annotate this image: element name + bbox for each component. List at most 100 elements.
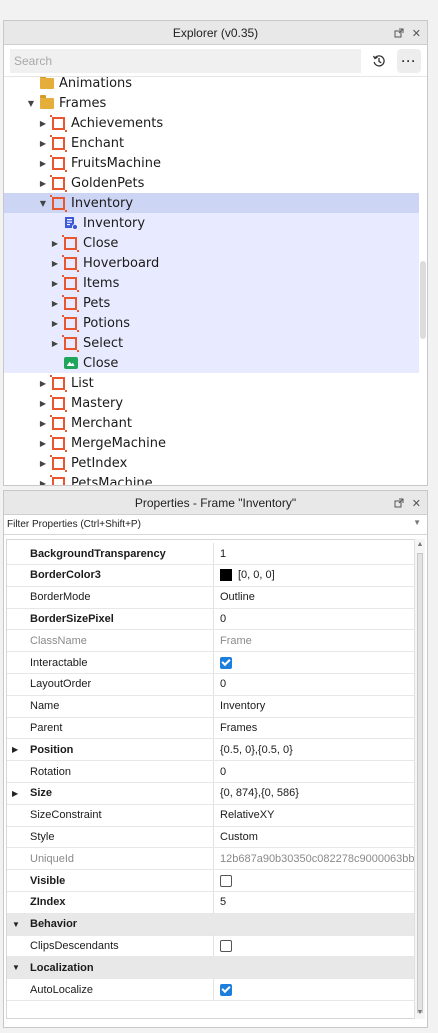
tree-item[interactable]: ▶ Mastery (4, 393, 419, 413)
property-row[interactable]: ClassName Frame (7, 630, 414, 653)
collapsed-arrow-icon[interactable]: ▶ (50, 259, 60, 268)
property-value-cell[interactable]: [0, 0, 0] (214, 565, 414, 586)
property-row[interactable]: ▶ Size {0, 874},{0, 586} (7, 782, 414, 805)
collapsed-arrow-icon[interactable]: ▶ (38, 459, 48, 468)
property-row[interactable]: Visible (7, 870, 414, 892)
property-value-cell[interactable] (214, 935, 414, 956)
expanded-arrow-icon[interactable]: ▼ (38, 199, 48, 208)
property-row[interactable]: Rotation 0 (7, 761, 414, 783)
property-row[interactable]: BorderSizePixel 0 (7, 608, 414, 631)
property-value-cell[interactable] (214, 652, 414, 673)
property-value-cell[interactable]: {0.5, 0},{0.5, 0} (214, 739, 414, 760)
property-value-cell[interactable] (214, 870, 414, 891)
scroll-up-icon[interactable]: ▲ (415, 539, 425, 551)
scroll-thumb[interactable] (417, 553, 423, 1013)
collapsed-arrow-icon[interactable]: ▶ (50, 239, 60, 248)
property-value-cell[interactable]: 1 (214, 543, 414, 564)
tree-item[interactable]: ▶ Achievements (4, 113, 419, 133)
collapsed-arrow-icon[interactable]: ▶ (38, 139, 48, 148)
collapsed-arrow-icon[interactable]: ▶ (12, 789, 18, 798)
property-row[interactable]: UniqueId 12b687a90b30350c082278c9000063bb (7, 848, 414, 871)
property-value-cell[interactable]: Inventory (214, 696, 414, 717)
tree-item[interactable]: ▶ Potions (4, 313, 419, 333)
tree-item[interactable]: ▶ MergeMachine (4, 433, 419, 453)
tree-item[interactable]: Close (4, 353, 419, 373)
tree-item[interactable]: ▶ Merchant (4, 413, 419, 433)
tree-item[interactable]: Inventory (4, 213, 419, 233)
color-swatch[interactable] (220, 569, 232, 582)
undock-icon[interactable] (394, 498, 404, 508)
collapsed-arrow-icon[interactable]: ▶ (38, 379, 48, 388)
tree-item[interactable]: ▼ Inventory (4, 193, 419, 213)
property-row[interactable]: SizeConstraint RelativeXY (7, 804, 414, 827)
property-value-cell[interactable]: Frame (214, 630, 414, 651)
property-value-cell[interactable]: Custom (214, 826, 414, 847)
property-row[interactable]: ZIndex 5 (7, 891, 414, 914)
property-row[interactable]: ▶ Position {0.5, 0},{0.5, 0} (7, 739, 414, 762)
close-icon[interactable]: ✕ (412, 27, 421, 40)
scroll-down-icon[interactable]: ▼ (415, 1007, 425, 1019)
property-value-cell[interactable] (214, 979, 414, 1000)
checkbox-checked[interactable] (220, 656, 232, 669)
property-row[interactable]: Interactable (7, 652, 414, 674)
collapsed-arrow-icon[interactable]: ▶ (38, 179, 48, 188)
tree-item[interactable]: ▶ Close (4, 233, 419, 253)
property-value-cell[interactable]: {0, 874},{0, 586} (214, 783, 414, 804)
collapsed-arrow-icon[interactable]: ▶ (50, 279, 60, 288)
search-input[interactable] (10, 48, 361, 73)
expanded-arrow-icon[interactable]: ▼ (12, 963, 20, 972)
chevron-down-icon[interactable]: ▼ (413, 518, 421, 527)
expanded-arrow-icon[interactable]: ▼ (12, 920, 20, 929)
tree-item[interactable]: Animations (4, 77, 419, 93)
explorer-scrollbar[interactable] (420, 261, 426, 339)
property-row[interactable]: BackgroundTransparency 1 (7, 543, 414, 565)
collapsed-arrow-icon[interactable]: ▶ (50, 319, 60, 328)
property-row[interactable]: Style Custom (7, 826, 414, 849)
property-category[interactable]: ▼ Localization (7, 957, 414, 980)
property-value-cell[interactable]: Outline (214, 587, 414, 608)
collapsed-arrow-icon[interactable]: ▶ (38, 119, 48, 128)
collapsed-arrow-icon[interactable]: ▶ (50, 339, 60, 348)
collapsed-arrow-icon[interactable]: ▶ (12, 745, 18, 754)
tree-item[interactable]: ▶ PetIndex (4, 453, 419, 473)
property-value-cell[interactable]: 0 (214, 674, 414, 695)
property-row[interactable]: ClipsDescendants (7, 935, 414, 958)
undock-icon[interactable] (394, 28, 404, 38)
property-row[interactable]: BorderMode Outline (7, 586, 414, 609)
property-value-cell[interactable]: RelativeXY (214, 805, 414, 826)
collapsed-arrow-icon[interactable]: ▶ (38, 399, 48, 408)
property-value-cell[interactable]: 0 (214, 761, 414, 782)
tree-item[interactable]: ▶ Pets (4, 293, 419, 313)
collapsed-arrow-icon[interactable]: ▶ (38, 159, 48, 168)
tree-item[interactable]: ▶ Enchant (4, 133, 419, 153)
collapsed-arrow-icon[interactable]: ▶ (38, 479, 48, 486)
checkbox-checked[interactable] (220, 983, 232, 996)
expanded-arrow-icon[interactable]: ▼ (26, 99, 36, 108)
close-icon[interactable]: ✕ (412, 497, 421, 510)
property-value-cell[interactable]: 0 (214, 608, 414, 629)
checkbox-unchecked[interactable] (220, 939, 232, 952)
more-options-button[interactable]: ··· (397, 48, 421, 73)
property-row[interactable]: AutoLocalize (7, 979, 414, 1001)
property-category[interactable]: ▼ Behavior (7, 913, 414, 936)
tree-item[interactable]: ▼ Frames (4, 93, 419, 113)
history-icon[interactable] (367, 49, 391, 73)
property-row[interactable]: Name Inventory (7, 695, 414, 718)
tree-item[interactable]: ▶ Items (4, 273, 419, 293)
property-row[interactable]: BorderColor3 [0, 0, 0] (7, 564, 414, 587)
property-row[interactable]: LayoutOrder 0 (7, 673, 414, 696)
property-row[interactable]: Parent Frames (7, 717, 414, 740)
tree-item[interactable]: ▶ Hoverboard (4, 253, 419, 273)
checkbox-unchecked[interactable] (220, 874, 232, 887)
tree-item[interactable]: ▶ List (4, 373, 419, 393)
property-value-cell[interactable]: 12b687a90b30350c082278c9000063bb (214, 848, 414, 869)
tree-item[interactable]: ▶ PetsMachine (4, 473, 419, 485)
property-value-cell[interactable]: Frames (214, 717, 414, 738)
filter-properties-input[interactable]: Filter Properties (Ctrl+Shift+P) ▼ (4, 515, 427, 535)
collapsed-arrow-icon[interactable]: ▶ (38, 419, 48, 428)
tree-item[interactable]: ▶ FruitsMachine (4, 153, 419, 173)
tree-item[interactable]: ▶ GoldenPets (4, 173, 419, 193)
collapsed-arrow-icon[interactable]: ▶ (38, 439, 48, 448)
property-value-cell[interactable]: 5 (214, 892, 414, 913)
tree-item[interactable]: ▶ Select (4, 333, 419, 353)
